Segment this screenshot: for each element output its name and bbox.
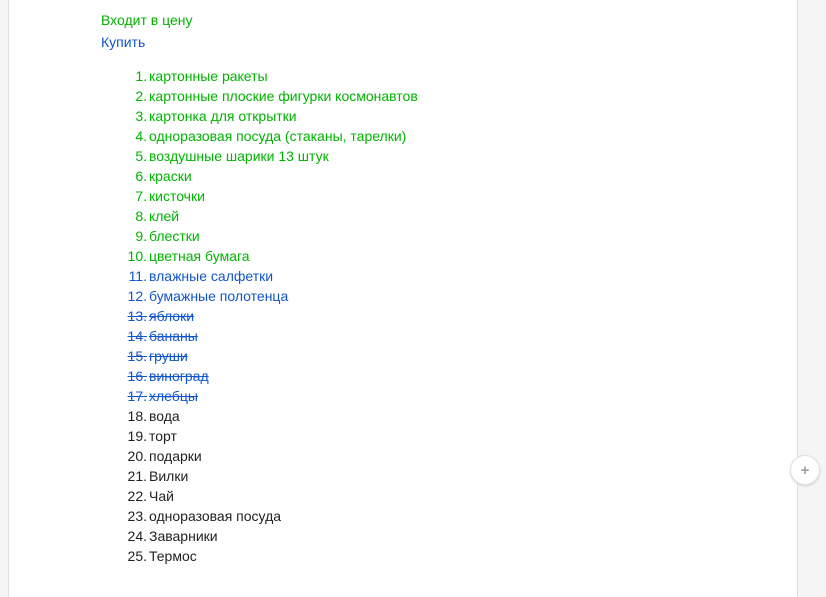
list-item: бананы: [149, 326, 797, 346]
list-item: воздушные шарики 13 штук: [149, 146, 797, 166]
heading-included: Входит в цену: [101, 10, 797, 30]
list-item: клей: [149, 206, 797, 226]
list-item: картонные ракеты: [149, 66, 797, 86]
heading-buy: Купить: [101, 32, 797, 52]
list-item: яблоки: [149, 306, 797, 326]
list-item: краски: [149, 166, 797, 186]
list-item: влажные салфетки: [149, 266, 797, 286]
add-button[interactable]: +: [790, 455, 820, 485]
list-item: одноразовая посуда: [149, 506, 797, 526]
list-item: виноград: [149, 366, 797, 386]
list-item: картонка для открытки: [149, 106, 797, 126]
list-item: Вилки: [149, 466, 797, 486]
list-item: вода: [149, 406, 797, 426]
list-item: Чай: [149, 486, 797, 506]
plus-icon: +: [801, 462, 810, 479]
list-item: блестки: [149, 226, 797, 246]
list-item: кисточки: [149, 186, 797, 206]
list-item: Заварники: [149, 526, 797, 546]
document-page: Входит в цену Купить картонные ракетыкар…: [8, 0, 798, 597]
list-item: картонные плоские фигурки космонавтов: [149, 86, 797, 106]
list-item: хлебцы: [149, 386, 797, 406]
list-item: бумажные полотенца: [149, 286, 797, 306]
list-item: подарки: [149, 446, 797, 466]
list-item: Термос: [149, 546, 797, 566]
list-item: торт: [149, 426, 797, 446]
list-item: груши: [149, 346, 797, 366]
shopping-list: картонные ракетыкартонные плоские фигурк…: [101, 66, 797, 566]
list-item: одноразовая посуда (стаканы, тарелки): [149, 126, 797, 146]
list-item: цветная бумага: [149, 246, 797, 266]
